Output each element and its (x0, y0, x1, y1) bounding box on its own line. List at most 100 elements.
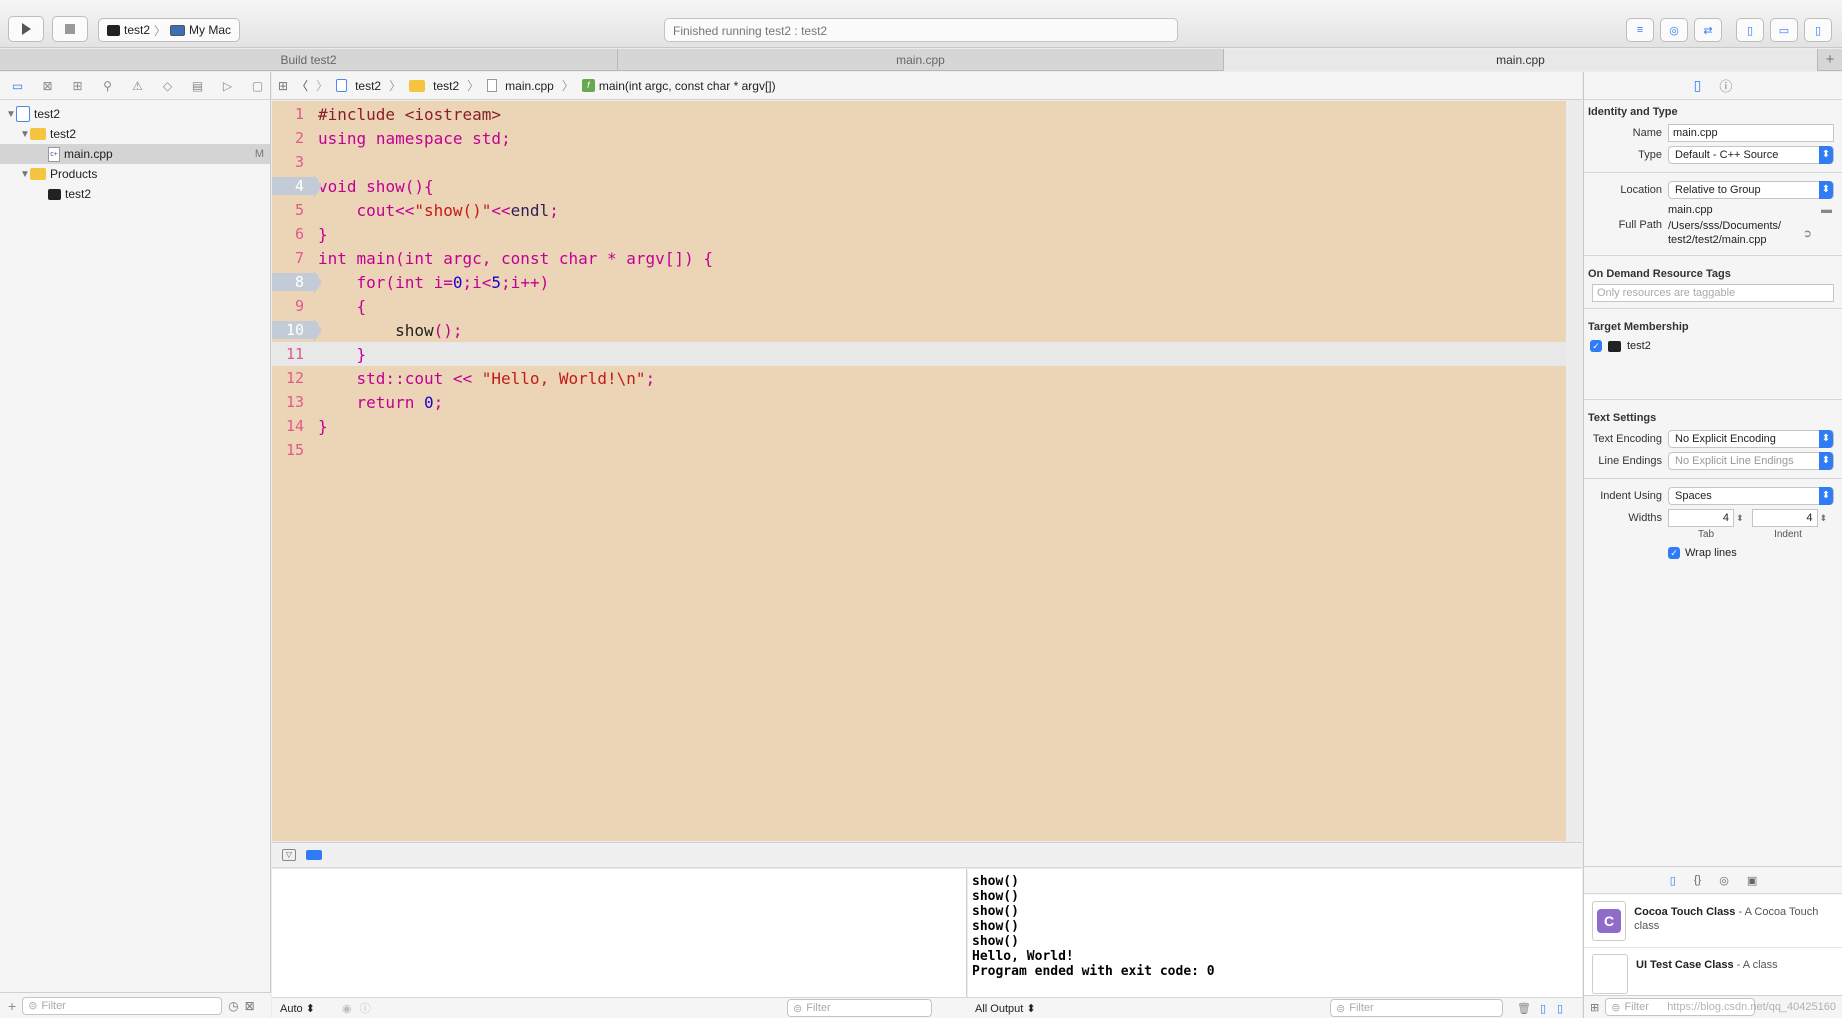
code-line[interactable]: 2 using namespace std; (272, 126, 1566, 150)
reveal-arrow-icon[interactable]: ➲ (1803, 227, 1812, 240)
debug-navigator-icon[interactable]: ▤ (186, 76, 209, 96)
console-output[interactable]: show() show() show() show() show() Hello… (968, 869, 1582, 997)
tab-width-stepper[interactable]: ⬍ (1736, 513, 1744, 524)
location-popup[interactable]: Relative to Group (1668, 181, 1834, 199)
code-line[interactable]: 9 { (272, 294, 1566, 318)
library-item[interactable]: C Cocoa Touch Class - A Cocoa Touch clas… (1584, 895, 1842, 948)
code-line[interactable]: 4 void show(){ (272, 174, 1566, 198)
breadcrumb-group[interactable]: test2 (409, 79, 459, 93)
variables-scope-select[interactable]: Auto ⬍ (280, 1002, 340, 1015)
wrap-lines-checkbox[interactable]: ✓ (1668, 547, 1680, 559)
hide-debug-area-icon[interactable]: ▽ (282, 849, 296, 861)
recent-files-icon[interactable]: ◷ (228, 999, 238, 1013)
code-snippet-icon[interactable]: {} (1694, 874, 1701, 886)
encoding-popup[interactable]: No Explicit Encoding (1668, 430, 1834, 448)
show-variables-icon[interactable]: ▯ (1540, 1002, 1546, 1015)
odr-tags-field[interactable]: Only resources are taggable (1592, 284, 1834, 302)
show-console-icon[interactable]: ▯ (1557, 1002, 1563, 1015)
line-number[interactable]: 11 (272, 345, 314, 363)
back-icon[interactable]: 〈 (296, 77, 308, 94)
grid-view-icon[interactable]: ⊞ (1590, 1001, 1599, 1014)
type-popup[interactable]: Default - C++ Source (1668, 146, 1834, 164)
source-editor[interactable]: 1 #include <iostream> 2 using namespace std… (272, 101, 1566, 841)
disclosure-open-icon[interactable]: ▼ (20, 169, 30, 180)
eye-icon[interactable]: ◉ (342, 1002, 352, 1015)
tree-item-group[interactable]: ▼ test2 (0, 124, 270, 144)
toggle-navigator-button[interactable]: ▯ (1736, 18, 1764, 42)
standard-editor-button[interactable]: ≡ (1626, 18, 1654, 42)
breadcrumb-function[interactable]: f main(int argc, const char * argv[]) (581, 79, 776, 93)
name-field[interactable]: main.cpp (1668, 124, 1834, 142)
report-navigator-icon[interactable]: ▢ (246, 76, 269, 96)
tab-main-cpp-2[interactable]: main.cpp (1224, 49, 1818, 71)
new-tab-button[interactable]: + (1818, 49, 1842, 70)
test-navigator-icon[interactable]: ◇ (156, 76, 179, 96)
line-number[interactable]: 9 (272, 297, 314, 315)
disclosure-open-icon[interactable]: ▼ (20, 129, 30, 140)
help-icon[interactable]: ⓘ (1719, 76, 1732, 95)
endings-popup[interactable]: No Explicit Line Endings (1668, 452, 1834, 470)
line-number[interactable]: 5 (272, 201, 314, 219)
related-items-icon[interactable]: ⊞ (278, 79, 288, 93)
trash-icon[interactable]: 🗑 (1517, 1002, 1531, 1015)
variables-filter-input[interactable]: ⊜ Filter (787, 999, 932, 1017)
tab-build[interactable]: Build test2 (0, 49, 618, 71)
navigator-filter-input[interactable]: ⊜ Filter (22, 996, 223, 1015)
indent-popup[interactable]: Spaces (1668, 487, 1834, 505)
code-line[interactable]: 1 #include <iostream> (272, 102, 1566, 126)
folder-reveal-icon[interactable]: ▬ (1821, 204, 1832, 216)
code-line[interactable]: 7 int main(int argc, const char * argv[])… (272, 246, 1566, 270)
indent-width-stepper[interactable]: ⬍ (1820, 513, 1828, 524)
breakpoint-marker[interactable]: 10 (272, 321, 314, 339)
forward-icon[interactable]: 〉 (316, 77, 328, 94)
toggle-inspector-button[interactable]: ▯ (1804, 18, 1832, 42)
version-editor-button[interactable]: ⇄ (1694, 18, 1722, 42)
breakpoint-navigator-icon[interactable]: ▷ (216, 76, 239, 96)
code-line[interactable]: 13 return 0; (272, 390, 1566, 414)
tree-item-products[interactable]: ▼ Products (0, 164, 270, 184)
tab-width-field[interactable]: 4 (1668, 509, 1734, 527)
line-number[interactable]: 12 (272, 369, 314, 387)
tree-item-main-cpp[interactable]: c+ main.cpp M (0, 144, 270, 164)
line-number[interactable]: 14 (272, 417, 314, 435)
scm-filter-icon[interactable]: ⊠ (245, 999, 255, 1013)
code-line[interactable]: 6} (272, 222, 1566, 246)
code-line[interactable]: 10 show(); (272, 318, 1566, 342)
tree-item-product-test2[interactable]: test2 (0, 184, 270, 204)
breadcrumb-project[interactable]: test2 (336, 79, 381, 93)
line-number[interactable]: 15 (272, 441, 314, 459)
run-button[interactable] (8, 16, 44, 42)
toggle-debug-button[interactable]: ▭ (1770, 18, 1798, 42)
breakpoints-toggle-icon[interactable] (306, 850, 322, 860)
stop-button[interactable] (52, 16, 88, 42)
add-icon[interactable]: + (8, 998, 16, 1014)
file-template-icon[interactable]: ▯ (1670, 874, 1676, 887)
line-number[interactable]: 2 (272, 129, 314, 147)
info-icon[interactable]: ⓘ (360, 1000, 371, 1016)
line-number[interactable]: 1 (272, 105, 314, 123)
code-line[interactable]: 3 (272, 150, 1566, 174)
code-line[interactable]: 14} (272, 414, 1566, 438)
folder-navigator-icon[interactable]: ▭ (6, 76, 29, 96)
code-line[interactable]: 8 for(int i=0;i<5;i++) (272, 270, 1566, 294)
source-control-icon[interactable]: ⊠ (36, 76, 59, 96)
line-number[interactable]: 7 (272, 249, 314, 267)
code-line[interactable]: 12 std::cout << "Hello, World!\n"; (272, 366, 1566, 390)
file-inspector-icon[interactable]: ▯ (1694, 77, 1702, 94)
issue-navigator-icon[interactable]: ⚠ (126, 76, 149, 96)
disclosure-open-icon[interactable]: ▼ (6, 109, 16, 120)
breakpoint-marker[interactable]: 8 (272, 273, 314, 291)
media-library-icon[interactable]: ▣ (1747, 874, 1757, 887)
line-number[interactable]: 6 (272, 225, 314, 243)
scheme-selector[interactable]: test2 〉 My Mac (98, 18, 241, 42)
find-navigator-icon[interactable]: ⚲ (96, 76, 119, 96)
object-library-icon[interactable]: ◎ (1719, 874, 1729, 887)
tree-item-project[interactable]: ▼ test2 (0, 104, 270, 124)
output-select[interactable]: All Output ⬍ (975, 1002, 1036, 1015)
line-number[interactable]: 13 (272, 393, 314, 411)
console-filter-input[interactable]: ⊜ Filter (1330, 999, 1503, 1017)
breadcrumb-file[interactable]: main.cpp (487, 79, 554, 93)
code-line[interactable]: 11 } (272, 342, 1566, 366)
assistant-editor-button[interactable]: ◎ (1660, 18, 1688, 42)
library-item[interactable]: UI Test Case Class - A class (1584, 948, 1842, 995)
